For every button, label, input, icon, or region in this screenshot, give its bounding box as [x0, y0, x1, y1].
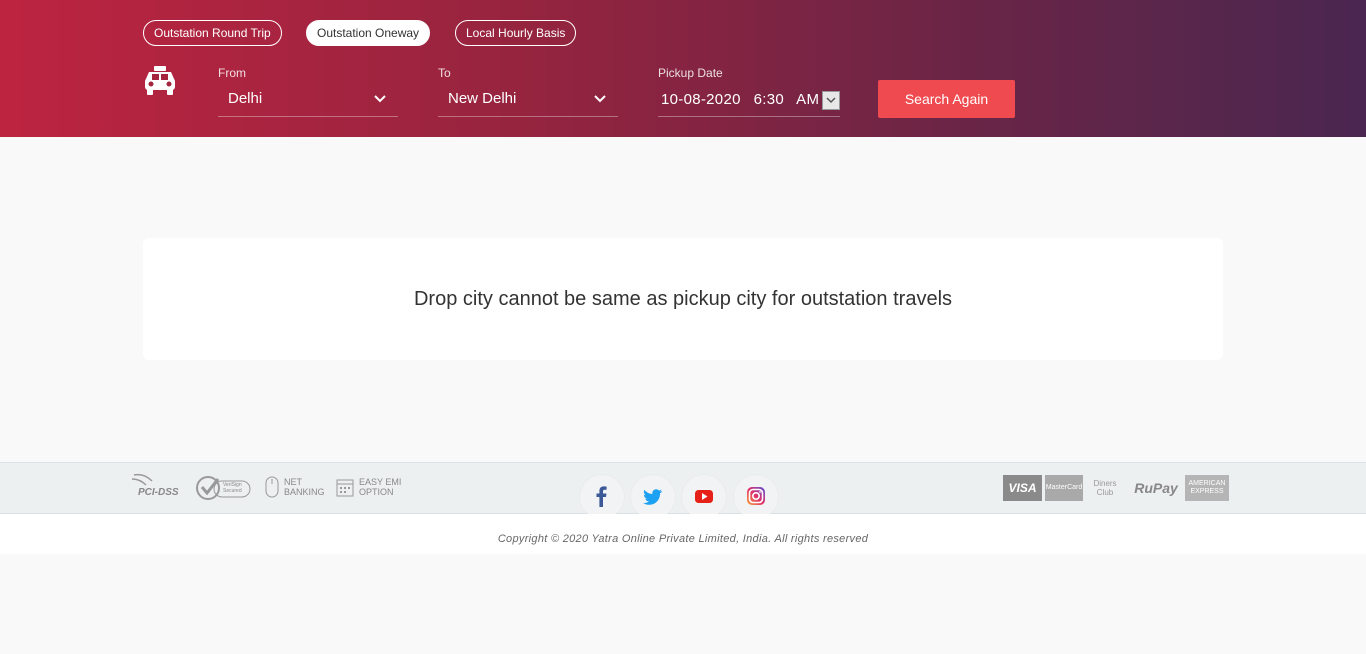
chevron-down-icon: [374, 95, 386, 103]
pickup-date-field: Pickup Date 10-08-2020 6:30 AM: [658, 66, 840, 117]
twitter-link[interactable]: [631, 475, 675, 519]
instagram-icon: [747, 487, 765, 505]
youtube-icon: [695, 490, 713, 503]
to-select[interactable]: New Delhi: [438, 86, 618, 117]
from-label: From: [218, 66, 246, 80]
copyright-bar: Copyright © 2020 Yatra Online Private Li…: [0, 514, 1366, 554]
verisign-icon: VeriSign Secured: [196, 471, 252, 505]
mastercard-icon: MasterCard: [1045, 475, 1083, 501]
pickup-date-value: 10-08-2020 6:30 AM: [661, 91, 820, 108]
american-express-icon: AMERICAN EXPRESS: [1185, 475, 1229, 501]
tab-outstation-round-trip[interactable]: Outstation Round Trip: [143, 20, 282, 46]
pci-dss-text: PCI-DSS: [138, 487, 179, 498]
emi-line1: EASY EMI: [359, 477, 402, 487]
facebook-link[interactable]: [580, 475, 624, 519]
footer-badges-bar: PCI-DSS VeriSign Secured NET BANKING EAS…: [0, 462, 1366, 519]
chevron-down-icon: [826, 97, 836, 104]
from-value: Delhi: [228, 90, 263, 107]
emi-line2: OPTION: [359, 487, 394, 497]
pickup-date-label: Pickup Date: [658, 66, 723, 80]
date-dropdown-button[interactable]: [822, 91, 840, 110]
diners-club-icon: Diners Club: [1093, 479, 1117, 497]
taxi-icon: [145, 66, 175, 95]
visa-icon: VISA: [1003, 475, 1042, 501]
net-banking-line1: NET: [284, 477, 302, 487]
pci-dss-icon: PCI-DSS: [130, 471, 182, 505]
calendar-icon: [336, 479, 354, 497]
mouse-icon: [265, 476, 279, 498]
instagram-link[interactable]: [734, 475, 778, 519]
youtube-link[interactable]: [682, 475, 726, 519]
copyright-text: Copyright © 2020 Yatra Online Private Li…: [497, 533, 869, 545]
to-label: To: [438, 66, 451, 80]
search-header: Outstation Round Trip Outstation Oneway …: [0, 0, 1366, 137]
easy-emi-badge: EASY EMI OPTION: [336, 471, 408, 505]
rupay-icon: RuPay: [1134, 480, 1178, 496]
error-message-text: Drop city cannot be same as pickup city …: [413, 288, 953, 310]
chevron-down-icon: [594, 95, 606, 103]
net-banking-line2: BANKING: [284, 487, 325, 497]
pickup-date-input[interactable]: 10-08-2020 6:30 AM: [658, 86, 840, 117]
to-field: To New Delhi: [438, 66, 618, 117]
to-value: New Delhi: [448, 90, 517, 107]
from-select[interactable]: Delhi: [218, 86, 398, 117]
verisign-text: VeriSign Secured: [223, 482, 242, 494]
twitter-icon: [643, 489, 662, 505]
error-message-card: Drop city cannot be same as pickup city …: [143, 238, 1223, 360]
tab-outstation-oneway[interactable]: Outstation Oneway: [306, 20, 431, 46]
from-field: From Delhi: [218, 66, 398, 117]
search-again-button[interactable]: Search Again: [878, 80, 1015, 118]
facebook-icon: [596, 486, 607, 507]
net-banking-badge: NET BANKING: [264, 471, 328, 505]
tab-local-hourly-basis[interactable]: Local Hourly Basis: [455, 20, 577, 46]
